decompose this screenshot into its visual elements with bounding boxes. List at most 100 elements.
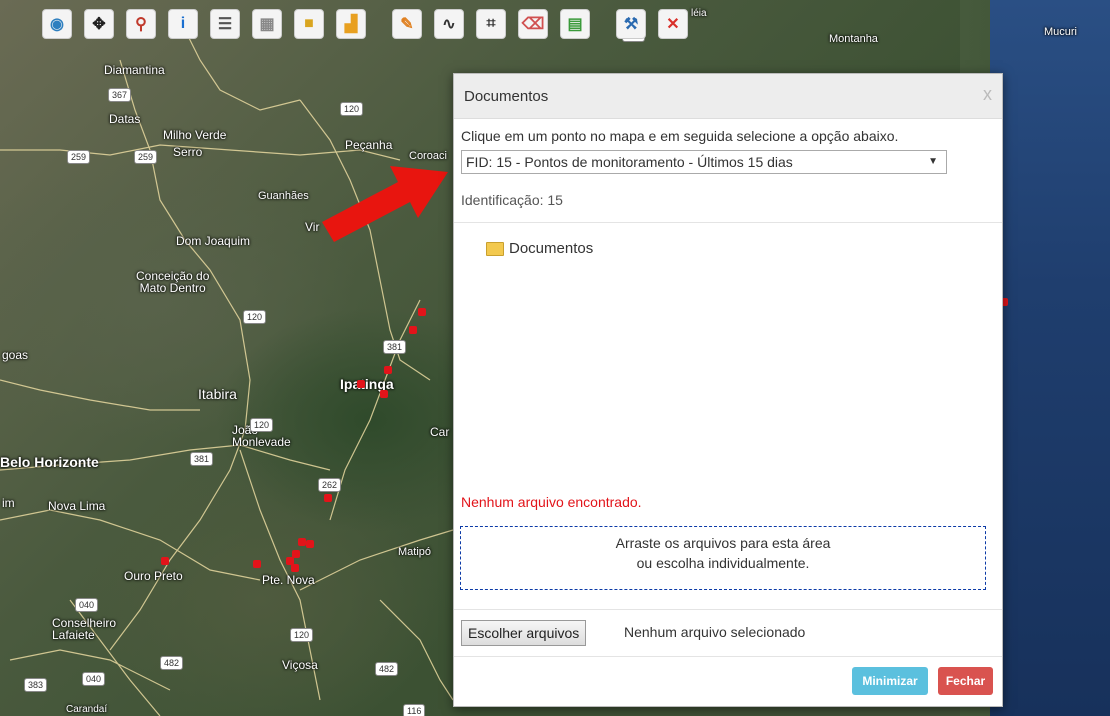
globe-button[interactable]: ◉ <box>36 4 78 44</box>
grid-icon: ▦ <box>252 9 282 39</box>
info-icon: i <box>168 9 198 39</box>
road-shield: 383 <box>24 678 48 692</box>
tools-button[interactable]: ⚒ <box>610 4 652 44</box>
no-files-message: Nenhum arquivo encontrado. <box>461 494 642 510</box>
folder-icon <box>486 241 504 256</box>
legend-button[interactable]: ☰ <box>204 4 246 44</box>
documents-folder[interactable]: Documentos <box>486 240 593 257</box>
layers-folder-button[interactable]: ■ <box>288 4 330 44</box>
road-shield: 259 <box>67 150 91 164</box>
map-label-datas: Datas <box>109 112 141 126</box>
legend-icon: ☰ <box>210 9 240 39</box>
road-shield: 482 <box>160 656 184 670</box>
polyline-button[interactable]: ∿ <box>428 4 470 44</box>
folder-label: Documentos <box>509 240 594 257</box>
road-shield: 262 <box>318 478 342 492</box>
road-shield: 259 <box>134 150 158 164</box>
tree-icon: ▟ <box>336 9 366 39</box>
dropdown-arrow-icon: ▼ <box>928 156 938 167</box>
road-shield: 116 <box>403 704 426 716</box>
monitoring-point[interactable] <box>380 390 388 398</box>
grid-color-button[interactable]: ▤ <box>554 4 596 44</box>
eraser-icon: ⌫ <box>518 9 548 39</box>
map-label-pecanha: Peçanha <box>345 138 393 152</box>
map-label-montanha: Montanha <box>829 33 878 45</box>
monitoring-point[interactable] <box>161 557 169 565</box>
map-label-pte-nova: Pte. Nova <box>262 573 315 587</box>
zoom-button[interactable]: ⚲ <box>120 4 162 44</box>
pan-button[interactable]: ✥ <box>78 4 120 44</box>
toolbar-separator <box>372 4 386 44</box>
map-label-nova-lima: Nova Lima <box>48 499 106 513</box>
road-shield: 120 <box>340 102 364 116</box>
dialog-header: Documentos x <box>454 74 1002 119</box>
map-toolbar: ◉ ✥ ⚲ i ☰ ▦ ■ ▟ ✎ ∿ ⌗ ⌫ ▤ ⚒ ✕ <box>36 4 694 44</box>
close-icon[interactable]: x <box>983 84 992 105</box>
monitoring-point[interactable] <box>291 564 299 572</box>
divider <box>454 609 1002 610</box>
map-label-milho-verde: Milho Verde <box>163 128 227 142</box>
map-label-car: Car <box>430 425 450 439</box>
close-circle-button[interactable]: ✕ <box>652 4 694 44</box>
polyline-icon: ∿ <box>434 9 464 39</box>
drop-zone-line-2: ou escolha individualmente. <box>636 555 810 571</box>
toolbar-separator <box>596 4 610 44</box>
file-status-text: Nenhum arquivo selecionado <box>624 624 806 640</box>
map-label-im: im <box>2 496 15 510</box>
tree-button[interactable]: ▟ <box>330 4 372 44</box>
draw-line-icon: ✎ <box>392 9 422 39</box>
road-shield: 040 <box>82 672 106 686</box>
map-label-belo-horizonte: Belo Horizonte <box>0 454 99 470</box>
feature-select[interactable]: FID: 15 - Pontos de monitoramento - Últi… <box>461 150 947 174</box>
monitoring-point[interactable] <box>298 538 306 546</box>
monitoring-point[interactable] <box>418 308 426 316</box>
road-shield: 381 <box>190 452 214 466</box>
eraser-button[interactable]: ⌫ <box>512 4 554 44</box>
monitoring-point[interactable] <box>409 326 417 334</box>
polygon-button[interactable]: ⌗ <box>470 4 512 44</box>
grid-button[interactable]: ▦ <box>246 4 288 44</box>
road-shield: 120 <box>243 310 267 324</box>
road-shield: 381 <box>383 340 407 354</box>
choose-files-button[interactable]: Escolher arquivos <box>461 620 587 646</box>
map-label-guanhaes: Guanhães <box>258 190 309 202</box>
polygon-icon: ⌗ <box>476 9 506 39</box>
globe-icon: ◉ <box>42 9 72 39</box>
road-shield: 367 <box>108 88 132 102</box>
info-button[interactable]: i <box>162 4 204 44</box>
map-label-conselheiro: Conselheiro Lafaiete <box>52 616 117 642</box>
map-label-matipo: Matipó <box>398 546 432 558</box>
road-shield: 120 <box>250 418 274 432</box>
zoom-icon: ⚲ <box>126 9 156 39</box>
map-label-ouro-preto: Ouro Preto <box>124 569 183 583</box>
map-label-itabira: Itabira <box>198 386 237 402</box>
instruction-text: Clique em um ponto no mapa e em seguida … <box>461 128 899 144</box>
file-drop-zone[interactable]: Arraste os arquivos para esta área ou es… <box>460 526 986 590</box>
map-label-dom-joaquim: Dom Joaquim <box>176 234 251 248</box>
pan-icon: ✥ <box>84 9 114 39</box>
minimize-button[interactable]: Minimizar <box>852 667 928 695</box>
monitoring-point[interactable] <box>357 380 365 388</box>
tools-icon: ⚒ <box>616 9 646 39</box>
divider <box>454 222 1002 223</box>
grid-color-icon: ▤ <box>560 9 590 39</box>
close-button[interactable]: Fechar <box>938 667 993 695</box>
close-circle-icon: ✕ <box>658 9 688 39</box>
divider <box>454 656 1002 657</box>
draw-line-button[interactable]: ✎ <box>386 4 428 44</box>
map-label-carandai: Carandaí <box>66 704 108 715</box>
monitoring-point[interactable] <box>253 560 261 568</box>
feature-select-value: FID: 15 - Pontos de monitoramento - Últi… <box>466 154 793 170</box>
map-label-vicosa: Viçosa <box>282 658 318 672</box>
monitoring-point[interactable] <box>306 540 314 548</box>
monitoring-point[interactable] <box>324 494 332 502</box>
map-label-conceicao: Conceição do Mato Dentro <box>136 269 210 295</box>
map-label-goas: goas <box>2 348 29 362</box>
dialog-title: Documentos <box>464 88 549 105</box>
layers-folder-icon: ■ <box>294 9 324 39</box>
map-label-diamantina: Diamantina <box>104 63 165 77</box>
monitoring-point[interactable] <box>384 366 392 374</box>
map-label-mucuri: Mucuri <box>1044 26 1078 38</box>
road-shield: 040 <box>75 598 99 612</box>
documents-dialog: Documentos x Clique em um ponto no mapa … <box>453 73 1003 707</box>
